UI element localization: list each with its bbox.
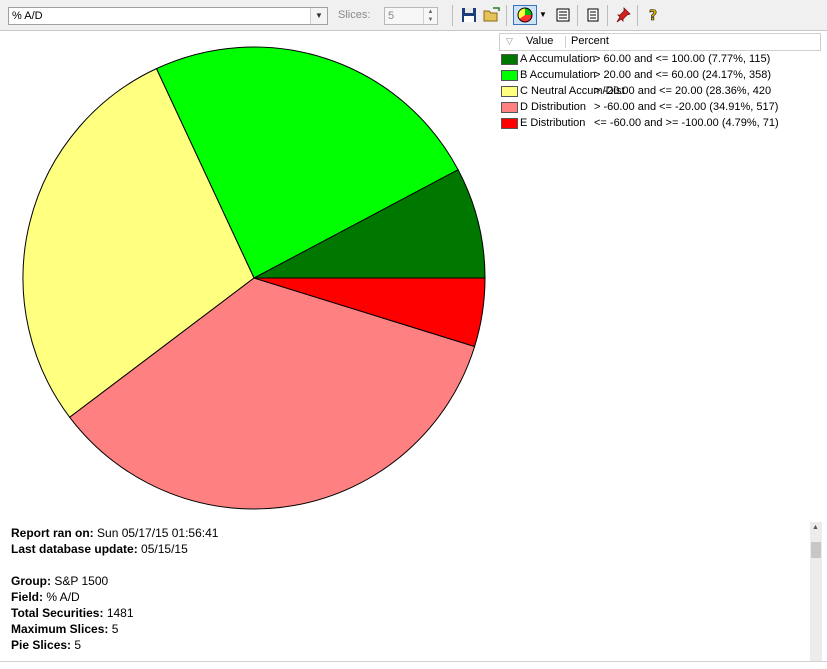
legend-range: <= -60.00 and >= -100.00 (4.79%, 71)	[594, 117, 779, 129]
legend-item[interactable]: B Accumulation > 20.00 and <= 60.00 (24.1…	[499, 67, 821, 83]
toolbar-separator	[577, 5, 578, 26]
legend-item[interactable]: C Neutral Accum/Dist > -20.00 and <= 20.0…	[499, 83, 821, 99]
legend-range: > 20.00 and <= 60.00 (24.17%, 358)	[594, 69, 772, 81]
report-max-slices: Maximum Slices: 5	[11, 622, 119, 636]
legend-label: E Distribution	[520, 117, 586, 129]
scroll-up-icon[interactable]: ▲	[812, 524, 819, 531]
list-icon	[556, 8, 570, 22]
legend-range: > -60.00 and <= -20.00 (34.91%, 517)	[594, 101, 779, 113]
legend-label: B Accumulation	[520, 69, 596, 81]
save-icon	[462, 8, 476, 22]
legend-range: > 60.00 and <= 100.00 (7.77%, 115)	[594, 53, 771, 65]
chevron-down-icon[interactable]: ▼	[537, 5, 549, 25]
slices-label: Slices:	[338, 9, 371, 21]
field-select[interactable]: % A/D ▼	[8, 7, 328, 25]
spin-icon[interactable]: ▲ ▼	[423, 8, 437, 24]
field-select-value: % A/D	[12, 10, 43, 22]
help-icon: ?	[649, 8, 658, 25]
legend-swatch	[501, 86, 518, 97]
report-field: Field: % A/D	[11, 590, 80, 604]
toolbar-separator	[607, 5, 608, 26]
report-ran-on: Report ran on: Sun 05/17/15 01:56:41	[11, 526, 219, 540]
legend-swatch	[501, 54, 518, 65]
legend-item[interactable]: E Distribution <= -60.00 and >= -100.00 (…	[499, 115, 821, 131]
list-view-button[interactable]	[553, 5, 573, 25]
scroll-thumb[interactable]	[811, 542, 821, 558]
toolbar-separator	[506, 5, 507, 26]
report-group: Group: S&P 1500	[11, 574, 109, 588]
report-button[interactable]	[583, 5, 603, 25]
legend-item[interactable]: A Accumulation > 60.00 and <= 100.00 (7.7…	[499, 51, 821, 67]
legend: ▽ Value Percent A Accumulation > 60.00 an…	[499, 33, 821, 131]
report-pie-slices: Pie Slices: 5	[11, 638, 82, 652]
open-folder-icon	[483, 7, 500, 22]
legend-label: D Distribution	[520, 101, 587, 113]
pin-button[interactable]	[613, 5, 633, 25]
legend-swatch	[501, 70, 518, 81]
slices-stepper[interactable]: 5 ▲ ▼	[384, 7, 438, 25]
pie-chart-icon	[517, 7, 533, 23]
legend-range: > -20.00 and <= 20.00 (28.36%, 420	[594, 85, 772, 97]
report-total: Total Securities: 1481	[11, 606, 134, 620]
open-button[interactable]	[482, 5, 502, 25]
pin-icon	[616, 7, 631, 23]
toolbar: % A/D ▼ Slices: 5 ▲ ▼ ▼ ?	[0, 0, 827, 31]
header-divider	[565, 36, 566, 48]
legend-header: ▽ Value Percent	[499, 33, 821, 51]
chevron-down-icon[interactable]: ▼	[310, 8, 327, 24]
legend-header-percent[interactable]: Percent	[571, 34, 609, 49]
report-summary: Report ran on: Sun 05/17/15 01:56:41 Las…	[11, 525, 809, 653]
slices-value: 5	[388, 10, 395, 22]
pie-chart-button[interactable]	[513, 5, 537, 25]
toolbar-separator	[452, 5, 453, 26]
report-icon	[587, 8, 599, 22]
legend-header-value[interactable]: Value	[526, 34, 553, 49]
sort-icon[interactable]: ▽	[506, 34, 513, 49]
help-button[interactable]: ?	[644, 5, 664, 25]
legend-label: A Accumulation	[520, 53, 596, 65]
report-scrollbar[interactable]: ▲	[810, 522, 822, 662]
legend-swatch	[501, 102, 518, 113]
svg-text:?: ?	[649, 8, 657, 23]
report-db-update: Last database update: 05/15/15	[11, 542, 188, 556]
divider	[0, 661, 827, 662]
save-button[interactable]	[459, 5, 479, 25]
legend-swatch	[501, 118, 518, 129]
legend-item[interactable]: D Distribution > -60.00 and <= -20.00 (34…	[499, 99, 821, 115]
pie-chart	[22, 46, 486, 510]
toolbar-separator	[637, 5, 638, 26]
